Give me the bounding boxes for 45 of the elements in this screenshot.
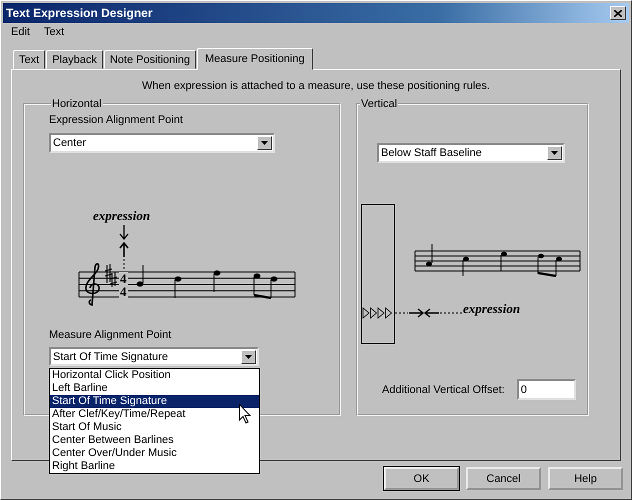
group-title: Horizontal xyxy=(51,98,103,110)
expression-label: expression xyxy=(93,208,150,223)
dropdown-option[interactable]: Center Between Barlines xyxy=(50,434,259,447)
arrow-icon xyxy=(119,224,129,240)
dialog-button[interactable]: Help xyxy=(548,467,623,490)
close-icon xyxy=(614,10,622,16)
input-field[interactable]: 0 xyxy=(516,379,576,400)
instruction-text: When expression is attached to a measure, use these positioning rules. xyxy=(141,80,491,94)
leader-line xyxy=(394,312,408,314)
triangles-icon xyxy=(362,307,392,319)
tab[interactable]: Text xyxy=(13,50,46,69)
dropdown-option[interactable]: Start Of Time Signature xyxy=(50,395,259,408)
field-label: Expression Alignment Point xyxy=(49,114,184,126)
dropdown[interactable]: Center xyxy=(49,133,275,153)
field-label: Additional Vertical Offset: xyxy=(382,384,505,396)
caret-icon xyxy=(245,354,252,358)
dropdown-option[interactable]: After Clef/Key/Time/Repeat xyxy=(50,408,259,421)
caret-icon xyxy=(551,151,558,155)
time-signature-digit: 4 xyxy=(120,271,126,286)
dropdown[interactable]: Start Of Time Signature xyxy=(49,347,259,366)
mouse-cursor-icon xyxy=(239,404,251,424)
tab[interactable]: Playback xyxy=(46,50,103,69)
arrow-icon xyxy=(119,242,129,258)
time-signature-digit: 4 xyxy=(120,284,126,299)
dropdown-option[interactable]: Right Barline xyxy=(50,460,259,473)
menu-item[interactable]: Edit xyxy=(4,26,37,38)
window-title: Text Expression Designer xyxy=(6,6,152,20)
expression-label: expression xyxy=(463,301,520,316)
dropdown-option[interactable]: Center Over/Under Music xyxy=(50,447,259,460)
menu-item[interactable]: Text xyxy=(36,26,72,38)
dropdown-option[interactable]: Start Of Music xyxy=(50,421,259,434)
arrow-icon xyxy=(408,308,424,318)
dropdown-option[interactable]: Horizontal Click Position xyxy=(50,369,259,382)
tab[interactable]: Note Positioning xyxy=(104,50,196,69)
group-title: Vertical xyxy=(360,98,398,110)
leader-line xyxy=(440,312,462,314)
field-label: Measure Alignment Point xyxy=(49,329,172,341)
caret-icon xyxy=(261,141,268,145)
arrow-icon xyxy=(424,308,440,318)
dialog-button[interactable]: OK xyxy=(384,467,459,490)
close-button[interactable] xyxy=(610,6,626,20)
dropdown[interactable]: Below Staff Baseline xyxy=(377,143,565,163)
dropdown-option[interactable]: Left Barline xyxy=(50,382,259,395)
tab[interactable]: Measure Positioning xyxy=(196,48,313,70)
dialog-button[interactable]: Cancel xyxy=(466,467,541,490)
